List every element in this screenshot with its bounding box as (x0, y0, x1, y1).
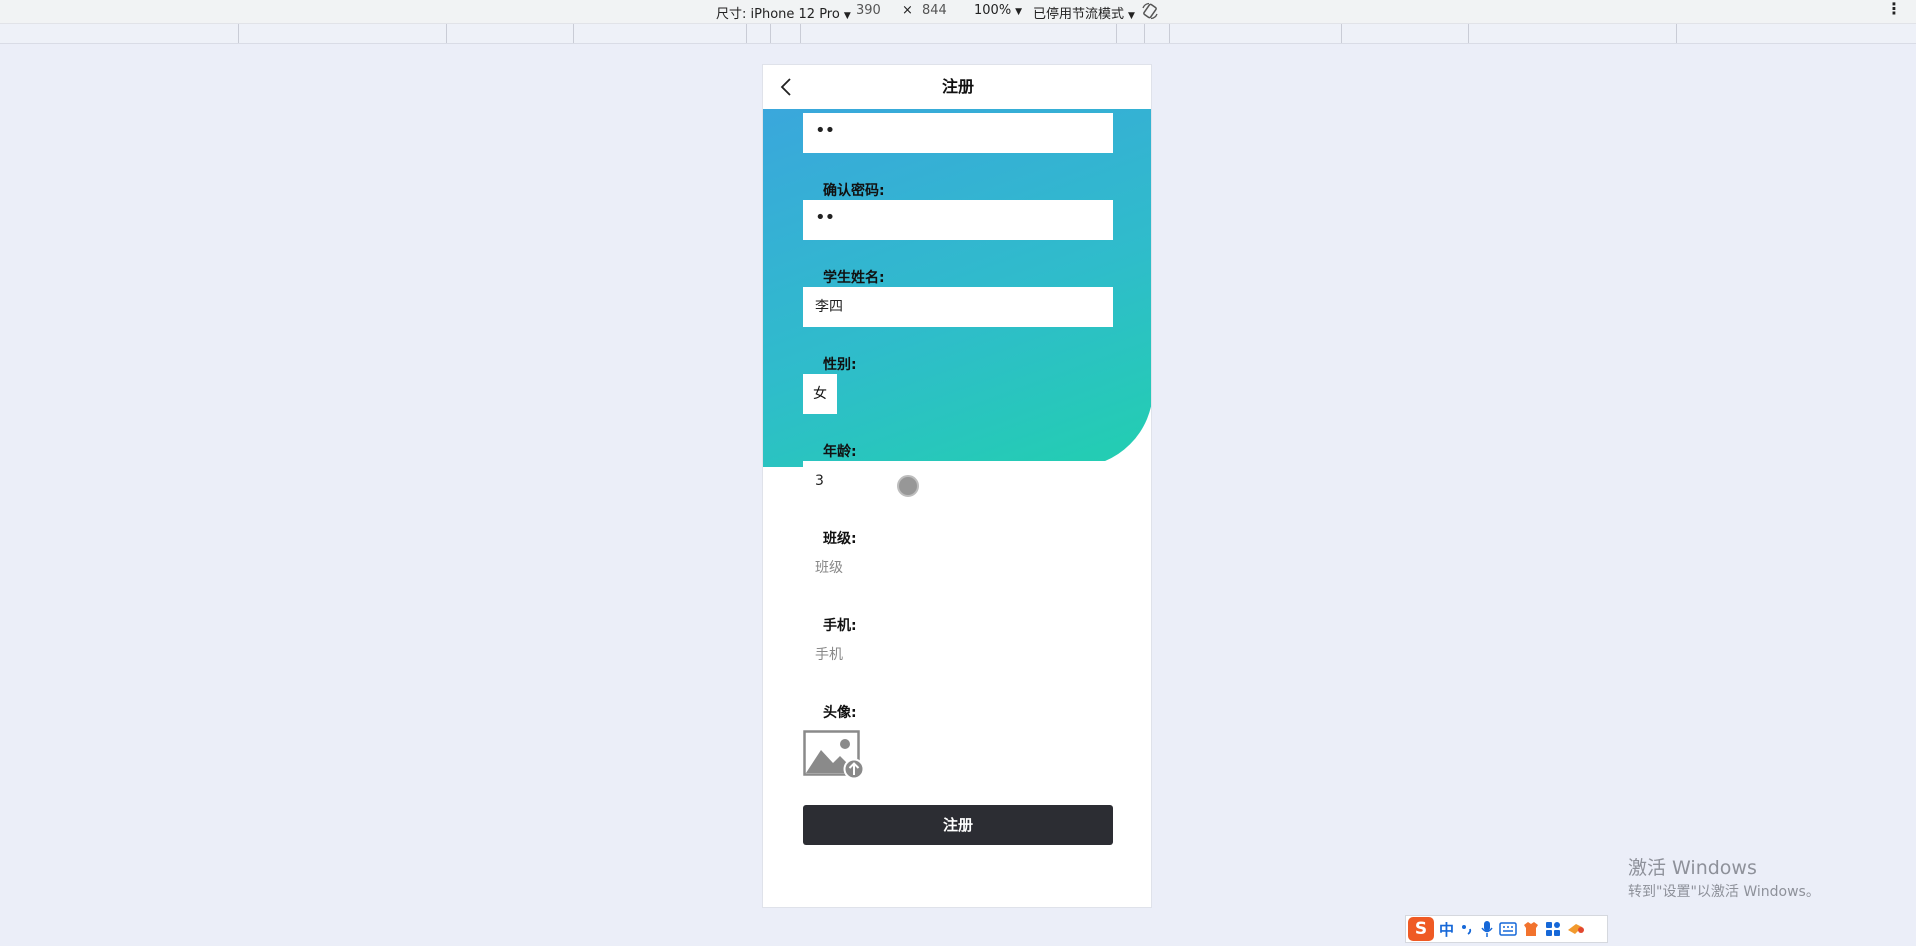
password-field[interactable]: •• (803, 113, 1113, 153)
zoom-label: 100% (974, 3, 1012, 18)
chevron-down-icon: ▼ (1128, 11, 1135, 21)
language-toggle[interactable]: 中 (1439, 919, 1454, 940)
device-size-label: 尺寸: iPhone 12 Pro (716, 7, 840, 22)
class-field[interactable]: 班级 (803, 548, 1113, 588)
gender-label: 性别: (823, 357, 857, 373)
more-options-icon[interactable]: ⋮ (1886, 1, 1902, 17)
punctuation-icon[interactable] (1459, 921, 1475, 937)
phone-label: 手机: (823, 618, 857, 634)
class-label: 班级: (823, 531, 857, 547)
windows-activation-subtitle: 转到"设置"以激活 Windows。 (1628, 884, 1820, 900)
confirm-password-field[interactable]: •• (803, 200, 1113, 240)
throttle-label: 已停用节流模式 (1033, 7, 1125, 22)
student-name-label: 学生姓名: (823, 270, 885, 286)
register-button[interactable]: 注册 (803, 805, 1113, 845)
throttle-select[interactable]: 已停用节流模式 ▼ (1033, 3, 1135, 22)
apps-icon[interactable] (1545, 921, 1561, 937)
device-toolbar: 尺寸: iPhone 12 Pro ▼ 390 × 844 100% ▼ 已停用节流… (0, 0, 1916, 24)
age-field[interactable]: 3 (803, 461, 1113, 501)
viewport-height-input[interactable]: 844 (922, 3, 947, 18)
age-label: 年龄: (823, 444, 857, 460)
phone-viewport: 注册 •• 确认密码: •• 学生姓名: 李四 性别: 女 年龄: 3 班级: … (762, 64, 1152, 908)
skin-icon[interactable] (1522, 921, 1540, 937)
page-title: 注册 (941, 77, 974, 96)
toolbox-icon[interactable] (1566, 921, 1586, 937)
windows-activation-title: 激活 Windows (1628, 857, 1757, 879)
ime-toolbar: S 中 (1405, 915, 1608, 943)
device-size-select[interactable]: 尺寸: iPhone 12 Pro ▼ (716, 3, 851, 22)
image-upload-icon[interactable] (803, 730, 865, 780)
gender-field[interactable]: 女 (803, 374, 837, 414)
confirm-password-label: 确认密码: (823, 183, 885, 199)
viewport-width-input[interactable]: 390 (856, 3, 881, 18)
microphone-icon[interactable] (1480, 920, 1494, 938)
zoom-select[interactable]: 100% ▼ (974, 3, 1022, 18)
touch-cursor-indicator (897, 475, 919, 497)
chevron-down-icon: ▼ (843, 11, 851, 21)
rotate-device-icon[interactable] (1141, 2, 1159, 20)
avatar-label: 头像: (823, 705, 857, 721)
phone-field[interactable]: 手机 (803, 635, 1113, 675)
chevron-down-icon: ▼ (1015, 7, 1023, 17)
student-name-field[interactable]: 李四 (803, 287, 1113, 327)
sogou-logo-icon[interactable]: S (1408, 917, 1434, 941)
keyboard-icon[interactable] (1499, 922, 1517, 936)
dimension-separator: × (902, 3, 913, 18)
nav-bar: 注册 (763, 65, 1151, 109)
media-query-ruler (0, 24, 1916, 44)
